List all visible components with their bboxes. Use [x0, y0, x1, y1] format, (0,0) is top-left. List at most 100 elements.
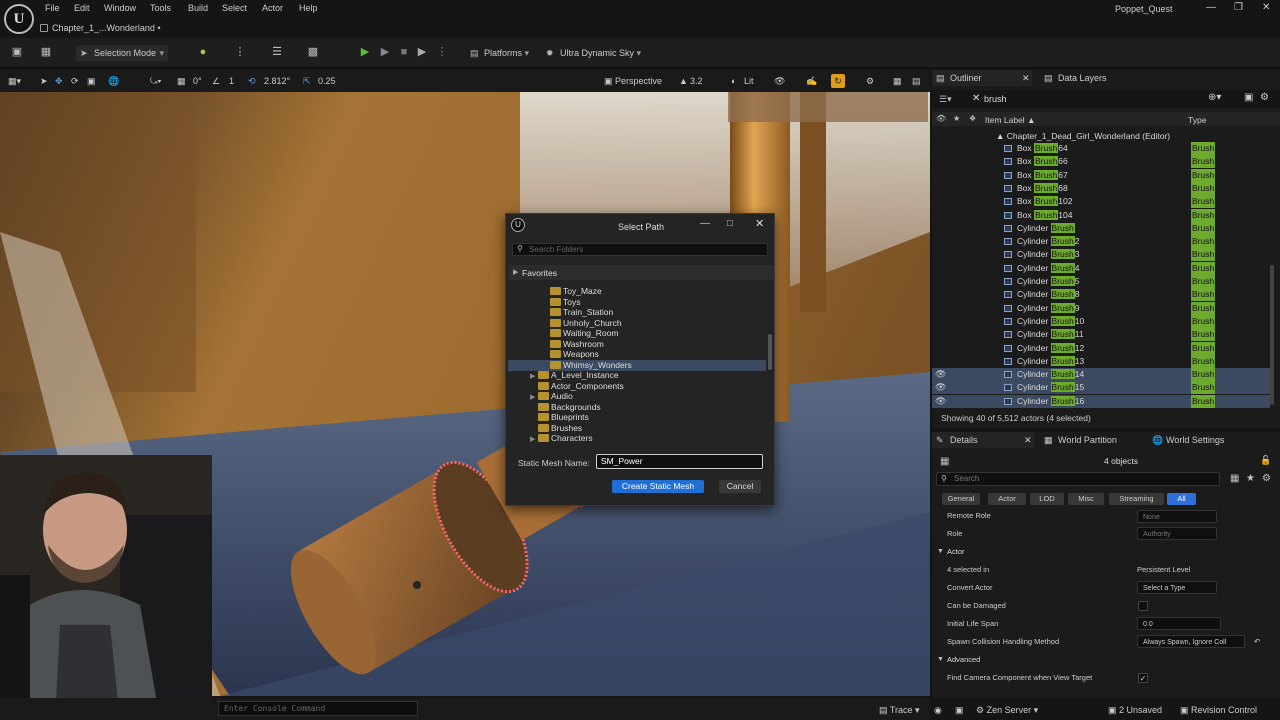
build-icon[interactable]: ▩: [306, 45, 320, 59]
visibility-eye-icon[interactable]: 👁: [935, 368, 946, 381]
outliner-row[interactable]: Box Brush104 Brush: [932, 208, 1270, 222]
chevron-down-icon[interactable]: ▼: [937, 651, 944, 669]
stop-icon[interactable]: ■: [397, 45, 411, 59]
category-actor[interactable]: Actor: [947, 543, 965, 561]
tab-outliner[interactable]: [932, 70, 1032, 86]
outliner-row[interactable]: Cylinder Brush10 Brush: [932, 314, 1270, 328]
tab-world-partition[interactable]: World Partition: [1058, 432, 1117, 448]
folder-item[interactable]: Backgrounds: [530, 402, 601, 413]
dialog-close-icon[interactable]: ✕: [755, 217, 764, 230]
create-static-mesh-button[interactable]: Create Static Mesh: [612, 480, 704, 493]
filter-icon[interactable]: ☰▾: [939, 94, 952, 105]
folder-item[interactable]: Toys: [542, 297, 580, 308]
filter-actor[interactable]: Actor: [988, 493, 1026, 505]
menu-select[interactable]: Select: [222, 3, 247, 13]
play-icon[interactable]: ▶: [358, 45, 372, 59]
minimize-icon[interactable]: —: [1206, 2, 1216, 13]
convert-actor-dropdown[interactable]: Select a Type: [1137, 581, 1217, 594]
add-filter-icon[interactable]: ⊕▾: [1208, 92, 1221, 103]
outliner-row[interactable]: Cylinder Brush13 Brush: [932, 354, 1270, 368]
play-options-icon[interactable]: ⋮: [435, 45, 449, 59]
folder-tree-scrollbar[interactable]: [768, 334, 772, 370]
outliner-row[interactable]: Box Brush102 Brush: [932, 195, 1270, 209]
folder-item[interactable]: Whimsy_Wonders: [508, 359, 766, 371]
folder-item[interactable]: Blueprints: [530, 412, 589, 423]
outliner-search-input[interactable]: brush: [984, 94, 1007, 104]
category-advanced[interactable]: Advanced: [947, 651, 980, 669]
outliner-row[interactable]: 👁 Cylinder Brush14 Brush: [932, 368, 1270, 382]
layout-icon[interactable]: ▦: [893, 74, 902, 88]
zen-server-button[interactable]: ⚙ Zen Server ▾: [976, 704, 1038, 716]
visibility-eye-icon[interactable]: 👁: [935, 395, 946, 408]
grid-snap-icon[interactable]: ▦: [177, 74, 186, 88]
outliner-row[interactable]: Cylinder Brush11 Brush: [932, 328, 1270, 342]
surface-snap-icon[interactable]: ⤿▾: [150, 74, 161, 88]
outliner-row[interactable]: Box Brush67 Brush: [932, 168, 1270, 182]
folder-item[interactable]: Actor_Components: [530, 381, 624, 392]
spawn-collision-dropdown[interactable]: Always Spawn, Ignore Coll: [1137, 635, 1245, 648]
dialog-maximize-icon[interactable]: □: [727, 218, 733, 229]
cancel-button[interactable]: Cancel: [719, 480, 761, 493]
angle-icon[interactable]: ∠: [212, 74, 220, 88]
role-dropdown[interactable]: Authority: [1137, 527, 1217, 540]
close-window-icon[interactable]: ✕: [1262, 2, 1270, 13]
menu-help[interactable]: Help: [299, 3, 318, 13]
filter-streaming[interactable]: Streaming: [1109, 493, 1164, 505]
grid-size-value[interactable]: 1: [229, 74, 234, 88]
folder-item[interactable]: Waiting_Room: [542, 328, 618, 339]
folder-item[interactable]: Weapons: [542, 349, 599, 360]
filter-lod[interactable]: LOD: [1030, 493, 1064, 505]
rotation-snap-value[interactable]: 2.812°: [264, 74, 290, 88]
unreal-logo-icon[interactable]: U: [4, 4, 34, 34]
blueprint-icon[interactable]: ⋮: [233, 45, 247, 59]
folder-item[interactable]: Toy_Maze: [542, 286, 602, 297]
outliner-row[interactable]: Box Brush66 Brush: [932, 155, 1270, 169]
performance-icon[interactable]: ↻: [831, 74, 845, 88]
folder-item[interactable]: Washroom: [542, 339, 604, 350]
favorite-star-icon[interactable]: ★: [1246, 473, 1255, 484]
console-input[interactable]: Enter Console Command: [218, 701, 418, 716]
clear-search-icon[interactable]: ✕: [972, 93, 980, 104]
menu-tools[interactable]: Tools: [150, 3, 171, 13]
realtime-icon[interactable]: ✍: [806, 74, 817, 88]
menu-build[interactable]: Build: [188, 3, 208, 13]
selection-mode-button[interactable]: ➤ Selection Mode ▾: [76, 45, 168, 61]
outliner-settings-icon[interactable]: ⚙: [1260, 92, 1269, 103]
tab-details[interactable]: [932, 432, 1034, 448]
settings-gear-icon[interactable]: ⚙: [866, 74, 874, 88]
save-icon[interactable]: ▣: [10, 45, 24, 59]
rotate-tool-icon[interactable]: ⟳: [71, 74, 79, 88]
remote-role-dropdown[interactable]: None: [1137, 510, 1217, 523]
folder-item[interactable]: Brushes: [530, 423, 582, 434]
folder-item[interactable]: ▶ Audio: [530, 391, 573, 402]
cinematics-icon[interactable]: ☰: [270, 45, 284, 59]
outliner-root-row[interactable]: ▲ Chapter_1_Dead_Girl_Wonderland (Editor…: [996, 131, 1170, 141]
outliner-row[interactable]: Cylinder Brush5 Brush: [932, 275, 1270, 288]
new-folder-icon[interactable]: ▣: [1244, 92, 1253, 103]
outliner-row[interactable]: Cylinder Brush3 Brush: [932, 248, 1270, 262]
platforms-button[interactable]: ▤ Platforms ▾: [470, 45, 529, 61]
scale-snap-value[interactable]: 0.25: [318, 74, 336, 88]
folder-item[interactable]: Unholy_Church: [542, 318, 622, 329]
column-type[interactable]: Type: [1188, 115, 1206, 125]
chevron-down-icon[interactable]: ▼: [937, 543, 944, 561]
content-icon[interactable]: ▦: [39, 45, 53, 59]
outliner-row[interactable]: Cylinder Brush9 Brush: [932, 301, 1270, 315]
angle-snap-value[interactable]: 0°: [193, 74, 202, 88]
advance-frame-icon[interactable]: ▶: [378, 45, 392, 59]
unsaved-button[interactable]: ▣ 2 Unsaved: [1108, 704, 1162, 716]
filter-all[interactable]: All: [1167, 493, 1196, 505]
rotation-snap-icon[interactable]: ⟲: [248, 74, 256, 88]
details-settings-icon[interactable]: ⚙: [1262, 473, 1271, 484]
menu-actor[interactable]: Actor: [262, 3, 283, 13]
ultra-dynamic-sky-button[interactable]: ✹ Ultra Dynamic Sky ▾: [546, 45, 641, 61]
perspective-button[interactable]: ▣ Perspective: [604, 74, 662, 88]
select-tool-icon[interactable]: ➤: [40, 74, 48, 88]
fov-button[interactable]: ▲ 3.2: [679, 74, 703, 88]
record-icon[interactable]: ◉: [934, 704, 942, 716]
add-actor-icon[interactable]: ●: [196, 45, 210, 59]
initial-life-span-input[interactable]: 0.0: [1137, 617, 1221, 630]
menu-edit[interactable]: Edit: [74, 3, 90, 13]
maximize-viewport-icon[interactable]: ▤: [912, 74, 921, 88]
outliner-scrollbar[interactable]: [1270, 265, 1274, 405]
